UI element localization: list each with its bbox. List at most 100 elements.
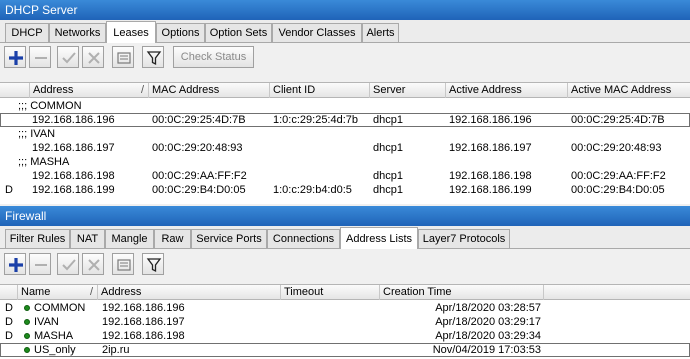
table-row[interactable]: D COMMON 192.168.186.196 Apr/18/2020 03:… bbox=[0, 301, 690, 315]
column-header-creation-time[interactable]: Creation Time bbox=[380, 285, 544, 300]
mac-cell: 00:0C:29:25:4D:7B bbox=[152, 114, 246, 126]
leases-table-body: ;;; COMMON 192.168.186.196 00:0C:29:25:4… bbox=[0, 98, 690, 197]
add-button[interactable] bbox=[4, 253, 26, 275]
column-header-active-address[interactable]: Active Address bbox=[446, 83, 568, 98]
client-id-cell: 1:0:c:29:25:4d:7b bbox=[273, 114, 359, 126]
table-row[interactable]: D IVAN 192.168.186.197 Apr/18/2020 03:29… bbox=[0, 315, 690, 329]
address-cell: 192.168.186.199 bbox=[32, 184, 115, 196]
table-row[interactable]: D 192.168.186.199 00:0C:29:B4:D0:05 1:0:… bbox=[0, 183, 690, 197]
comment-button[interactable] bbox=[112, 253, 134, 275]
disable-button[interactable] bbox=[82, 253, 104, 275]
firewall-window: Firewall Filter Rules NAT Mangle Raw Ser… bbox=[0, 206, 690, 279]
mac-cell: 00:0C:29:B4:D0:05 bbox=[152, 184, 246, 196]
server-cell: dhcp1 bbox=[373, 184, 403, 196]
lease-comment: ;;; IVAN bbox=[18, 128, 56, 140]
column-header-active-mac[interactable]: Active MAC Address bbox=[568, 83, 690, 98]
check-status-button[interactable]: Check Status bbox=[173, 46, 254, 68]
column-header-flags[interactable] bbox=[0, 285, 18, 300]
column-header-timeout[interactable]: Timeout bbox=[281, 285, 380, 300]
sort-indicator: / bbox=[140, 84, 144, 96]
column-header-mac[interactable]: MAC Address bbox=[149, 83, 270, 98]
flag-cell: D bbox=[5, 184, 13, 196]
tab-connections[interactable]: Connections bbox=[267, 229, 340, 248]
remove-button[interactable] bbox=[29, 253, 51, 275]
name-cell: MASHA bbox=[24, 329, 73, 343]
enable-icon bbox=[62, 52, 76, 64]
active-mac-cell: 00:0C:29:25:4D:7B bbox=[571, 114, 665, 126]
filter-button[interactable] bbox=[142, 46, 164, 68]
remove-button[interactable] bbox=[29, 46, 51, 68]
column-header-flags[interactable] bbox=[0, 83, 30, 98]
filter-button[interactable] bbox=[142, 253, 164, 275]
leases-table-header: Address / MAC Address Client ID Server Ac… bbox=[0, 82, 690, 98]
address-cell: 192.168.186.196 bbox=[32, 114, 115, 126]
lease-comment: ;;; MASHA bbox=[18, 156, 70, 168]
mac-cell: 00:0C:29:20:48:93 bbox=[152, 142, 243, 154]
mac-cell: 00:0C:29:AA:FF:F2 bbox=[152, 170, 247, 182]
dhcp-server-window: DHCP Server DHCP Networks Leases Options… bbox=[0, 0, 690, 71]
tab-leases[interactable]: Leases bbox=[106, 21, 156, 43]
firewall-tab-bar: Filter Rules NAT Mangle Raw Service Port… bbox=[0, 226, 690, 249]
window-title: DHCP Server bbox=[0, 0, 690, 20]
add-icon bbox=[9, 258, 23, 272]
tab-layer7-protocols[interactable]: Layer7 Protocols bbox=[418, 229, 510, 248]
column-header-address[interactable]: Address bbox=[98, 285, 281, 300]
tab-filter-rules[interactable]: Filter Rules bbox=[5, 229, 70, 248]
column-header-server[interactable]: Server bbox=[370, 83, 446, 98]
column-header-address-label: Address bbox=[33, 84, 74, 96]
tab-raw[interactable]: Raw bbox=[154, 229, 191, 248]
column-header-client-id[interactable]: Client ID bbox=[270, 83, 370, 98]
enable-button[interactable] bbox=[57, 46, 79, 68]
active-address-cell: 192.168.186.196 bbox=[449, 114, 532, 126]
address-cell: 192.168.186.198 bbox=[102, 330, 185, 342]
tab-address-lists[interactable]: Address Lists bbox=[340, 227, 418, 249]
status-dot-icon bbox=[24, 305, 30, 311]
comment-button[interactable] bbox=[112, 46, 134, 68]
table-row[interactable]: D MASHA 192.168.186.198 Apr/18/2020 03:2… bbox=[0, 329, 690, 343]
name-label: IVAN bbox=[34, 316, 59, 328]
server-cell: dhcp1 bbox=[373, 114, 403, 126]
name-cell: COMMON bbox=[24, 301, 85, 315]
tab-dhcp[interactable]: DHCP bbox=[5, 23, 49, 42]
disable-icon bbox=[88, 52, 100, 64]
dhcp-toolbar: Check Status bbox=[0, 43, 690, 71]
tab-options[interactable]: Options bbox=[156, 23, 205, 42]
table-row[interactable]: 192.168.186.197 00:0C:29:20:48:93 dhcp1 … bbox=[0, 141, 690, 155]
column-header-empty bbox=[544, 285, 690, 300]
name-cell: US_only bbox=[24, 343, 76, 357]
address-cell: 2ip.ru bbox=[102, 344, 130, 356]
status-dot-icon bbox=[24, 347, 30, 353]
column-header-name[interactable]: Name / bbox=[18, 285, 98, 300]
remove-icon bbox=[35, 264, 47, 266]
flag-cell: D bbox=[5, 316, 13, 328]
tab-alerts[interactable]: Alerts bbox=[362, 23, 399, 42]
tab-vendor-classes[interactable]: Vendor Classes bbox=[272, 23, 362, 42]
disable-button[interactable] bbox=[82, 46, 104, 68]
active-mac-cell: 00:0C:29:B4:D0:05 bbox=[571, 184, 665, 196]
tab-mangle[interactable]: Mangle bbox=[105, 229, 154, 248]
flag-cell: D bbox=[5, 330, 13, 342]
tab-nat[interactable]: NAT bbox=[70, 229, 105, 248]
flag-cell: D bbox=[5, 302, 13, 314]
table-row[interactable]: US_only 2ip.ru Nov/04/2019 17:03:53 bbox=[0, 343, 690, 357]
comment-icon bbox=[117, 259, 131, 271]
leases-table: Address / MAC Address Client ID Server Ac… bbox=[0, 82, 690, 204]
column-header-address[interactable]: Address / bbox=[30, 83, 149, 98]
sort-indicator: / bbox=[89, 286, 93, 298]
enable-button[interactable] bbox=[57, 253, 79, 275]
active-mac-cell: 00:0C:29:20:48:93 bbox=[571, 142, 662, 154]
address-cell: 192.168.186.196 bbox=[102, 302, 185, 314]
enable-icon bbox=[62, 259, 76, 271]
filter-icon bbox=[146, 51, 162, 66]
table-row[interactable]: 192.168.186.198 00:0C:29:AA:FF:F2 dhcp1 … bbox=[0, 169, 690, 183]
comment-row: ;;; IVAN bbox=[0, 127, 690, 141]
address-cell: 192.168.186.197 bbox=[32, 142, 115, 154]
name-label: US_only bbox=[34, 344, 76, 356]
add-button[interactable] bbox=[4, 46, 26, 68]
server-cell: dhcp1 bbox=[373, 142, 403, 154]
tab-networks[interactable]: Networks bbox=[49, 23, 106, 42]
tab-service-ports[interactable]: Service Ports bbox=[191, 229, 267, 248]
address-list-table: Name / Address Timeout Creation Time D CO… bbox=[0, 284, 690, 359]
table-row[interactable]: 192.168.186.196 00:0C:29:25:4D:7B 1:0:c:… bbox=[0, 113, 690, 127]
tab-option-sets[interactable]: Option Sets bbox=[205, 23, 272, 42]
